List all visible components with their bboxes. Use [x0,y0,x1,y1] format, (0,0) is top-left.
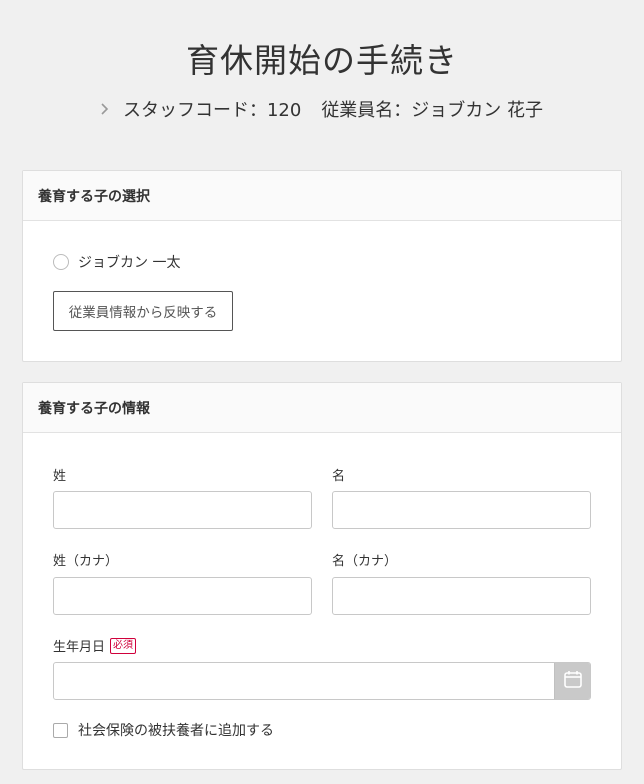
first-name-kana-input[interactable] [332,577,591,615]
first-name-input[interactable] [332,491,591,529]
calendar-icon [563,669,583,693]
child-radio-option[interactable]: ジョブカン 一太 [53,252,180,272]
calendar-button[interactable] [554,663,590,699]
last-name-input[interactable] [53,491,312,529]
birthdate-input[interactable] [54,663,554,699]
last-name-label: 姓 [53,469,67,484]
dependent-option[interactable]: 社会保険の被扶養者に追加する [53,720,274,740]
last-name-kana-label: 姓（カナ） [53,554,119,569]
birthdate-label: 生年月日 [53,640,106,655]
first-name-label: 名 [332,469,346,484]
child-radio[interactable] [53,254,69,270]
employee-name: 従業員名：ジョブカン 花子 [321,100,544,121]
reflect-from-employee-button[interactable]: 従業員情報から反映する [53,291,233,331]
birthdate-label-row: 生年月日 必須 [53,636,137,655]
child-select-title: 養育する子の選択 [23,171,621,221]
dependent-checkbox-label: 社会保険の被扶養者に追加する [78,723,274,739]
child-info-title: 養育する子の情報 [23,383,621,433]
child-info-card: 養育する子の情報 姓 名 姓（カナ） 名（カナ） 生年月日 必須 社会保険の被扶… [22,382,622,770]
child-select-card: 養育する子の選択 ジョブカン 一太 従業員情報から反映する [22,170,622,362]
staff-info: スタッフコード：120 従業員名：ジョブカン 花子 [0,96,644,122]
first-name-kana-label: 名（カナ） [332,554,398,569]
required-badge: 必須 [110,637,137,654]
birthdate-field [53,662,591,700]
dependent-checkbox[interactable] [53,722,68,738]
chevron-right-icon [101,100,109,119]
child-radio-label: ジョブカン 一太 [78,255,181,271]
page-title: 育休開始の手続き [186,41,458,80]
staff-code: スタッフコード：120 [122,100,302,121]
last-name-kana-input[interactable] [53,577,312,615]
